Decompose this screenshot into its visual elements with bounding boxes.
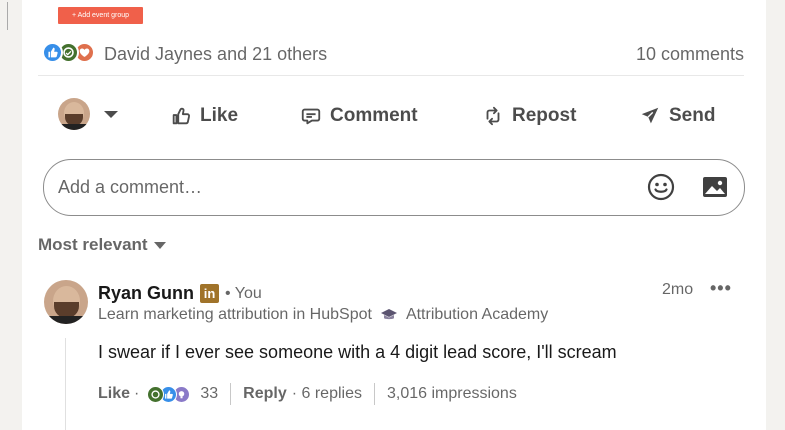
repost-icon: [486, 106, 500, 126]
divider: [373, 383, 375, 405]
celebrate-icon: [147, 385, 165, 403]
avatar: [58, 98, 90, 130]
replies-count[interactable]: · 6 replies: [292, 385, 362, 403]
post-actions-bar: Like Comment Repost Send: [22, 96, 766, 136]
like-icon: [42, 42, 63, 63]
divider: [38, 75, 744, 76]
comment-timestamp: 2mo: [662, 281, 694, 298]
add-event-group-label: + Add event group: [71, 12, 130, 19]
send-button[interactable]: Send: [639, 96, 715, 136]
sort-dropdown[interactable]: Most relevant: [38, 235, 166, 255]
headline-text: Learn marketing attribution in HubSpot: [98, 306, 372, 323]
comments-count-link[interactable]: 10 comments: [636, 44, 744, 65]
repost-label: Repost: [512, 105, 577, 126]
comment-actions: Like · 33 Reply · 6 replies 3,016 impres…: [98, 382, 517, 406]
comment-text: I swear if I ever see someone with a 4 d…: [98, 342, 617, 362]
divider: [230, 383, 232, 405]
comment-author: Ryan Gunn in • You: [98, 283, 262, 304]
thumbs-up-icon: [172, 107, 191, 125]
left-page-edge: [0, 0, 22, 430]
add-photo-button[interactable]: [700, 172, 730, 202]
sort-label: Most relevant: [38, 235, 148, 254]
caret-down-icon: [104, 110, 118, 118]
comment-author-name[interactable]: Ryan Gunn: [98, 283, 194, 304]
like-button[interactable]: Like: [170, 96, 238, 136]
right-page-edge: [766, 0, 785, 430]
send-icon: [641, 107, 659, 124]
comment-author-avatar[interactable]: [44, 280, 88, 324]
separator-dot: ·: [134, 385, 140, 402]
comment-like-button[interactable]: Like: [98, 385, 130, 403]
impressions-count: 3,016 impressions: [386, 385, 517, 402]
headline-academy: Attribution Academy: [405, 306, 549, 323]
comment-button[interactable]: Comment: [300, 96, 418, 136]
more-options-icon[interactable]: •••: [710, 278, 732, 299]
like-label: Like: [200, 105, 239, 126]
thread-line: [65, 338, 66, 430]
reply-button[interactable]: Reply: [243, 385, 287, 403]
comment-reaction-count[interactable]: 33: [200, 385, 218, 403]
add-event-group-button[interactable]: + Add event group: [58, 7, 143, 24]
linkedin-badge-icon: in: [200, 284, 220, 303]
repost-button[interactable]: Repost: [482, 96, 576, 136]
comment-label: Comment: [330, 105, 418, 126]
post-card: + Add event group David Jaynes and 21 ot…: [22, 0, 766, 430]
graduation-cap-icon: [380, 309, 397, 320]
actor-switcher-button[interactable]: [58, 98, 118, 130]
comment-icon: [301, 108, 321, 125]
comment-input[interactable]: [58, 160, 618, 215]
smiley-icon: [647, 173, 675, 201]
you-label: • You: [225, 284, 262, 302]
image-icon: [703, 177, 727, 197]
caret-down-icon: [153, 241, 166, 249]
comment-composer[interactable]: [43, 159, 745, 216]
comment-reaction-icons[interactable]: [147, 385, 191, 403]
send-label: Send: [669, 105, 716, 126]
comment-author-headline: Learn marketing attribution in HubSpot A…: [98, 306, 548, 324]
reaction-icons[interactable]: [42, 42, 95, 63]
reactors-link[interactable]: David Jaynes and 21 others: [104, 44, 327, 65]
edge-marker: [7, 2, 8, 30]
emoji-button[interactable]: [646, 172, 676, 202]
